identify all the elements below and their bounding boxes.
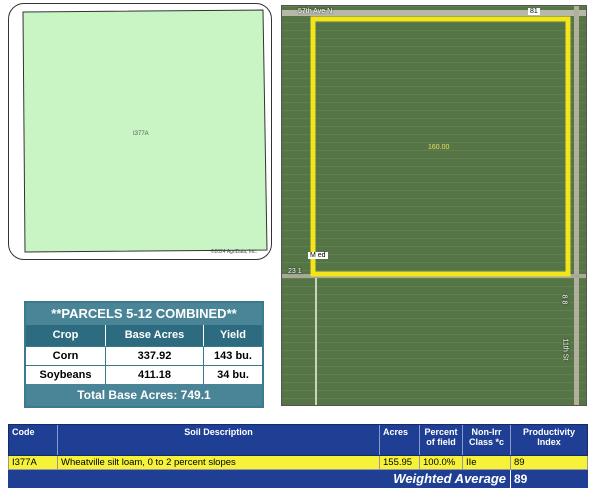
- aerial-photo-panel: 57th Ave N 81 23 1 M ed 11th St 8 8 160.…: [281, 5, 587, 406]
- soil-map-panel: I377A ©2024 AgriData, Inc.: [8, 3, 272, 260]
- soil-acres-cell: 155.95: [380, 456, 420, 469]
- header-crop: Crop: [26, 325, 106, 346]
- soil-map-unit-label: I377A: [133, 131, 149, 137]
- road-label-top: 57th Ave N: [298, 8, 333, 15]
- soil-table: Code Soil Description Acres Percent of f…: [8, 424, 588, 488]
- yield-cell: 34 bu.: [217, 369, 249, 381]
- header-soil-description: Soil Description: [58, 425, 380, 455]
- soil-table-header: Code Soil Description Acres Percent of f…: [8, 424, 588, 456]
- parcels-total: Total Base Acres: 749.1: [26, 384, 262, 406]
- weighted-average-row: Weighted Average 89: [8, 470, 588, 488]
- header-base-acres: Base Acres: [106, 325, 204, 346]
- parcels-header-row: Crop Base Acres Yield: [26, 325, 262, 346]
- base-acres-cell: 411.18: [106, 366, 204, 384]
- soil-pi-cell: 89: [514, 457, 525, 468]
- table-row: Soybeans 411.18 34 bu.: [26, 365, 262, 384]
- road-label-left: 23 1: [288, 268, 302, 275]
- soil-class-cell: IIe: [463, 456, 511, 469]
- yield-cell: 143 bu.: [214, 350, 252, 362]
- road-label-right: 11th St: [561, 338, 569, 361]
- header-non-irr-class: Non-Irr Class *c: [463, 425, 511, 455]
- soil-map-credit: ©2024 AgriData, Inc.: [210, 249, 257, 255]
- header-acres: Acres: [380, 425, 420, 455]
- header-percent-of-field: Percent of field: [420, 425, 463, 455]
- header-productivity-index: Productivity Index: [522, 427, 575, 447]
- header-code: Code: [9, 425, 58, 455]
- crop-cell: Corn: [26, 347, 106, 365]
- road-shield: 81: [528, 8, 540, 15]
- parcels-table: **PARCELS 5-12 COMBINED** Crop Base Acre…: [24, 301, 264, 408]
- field-acres-label: 160.00: [428, 144, 450, 151]
- parcels-title: **PARCELS 5-12 COMBINED**: [26, 303, 262, 325]
- table-row: I377A Wheatville silt loam, 0 to 2 perce…: [8, 456, 588, 470]
- base-acres-cell: 337.92: [106, 347, 204, 365]
- map-marker-label: M ed: [308, 252, 328, 259]
- soil-description-cell: Wheatville silt loam, 0 to 2 percent slo…: [58, 456, 380, 469]
- road-label-right-2: 8 8: [560, 294, 568, 305]
- aerial-photo-graphic: [282, 6, 586, 405]
- weighted-average-value: 89: [510, 470, 588, 488]
- header-yield: Yield: [220, 329, 246, 341]
- soil-percent-cell: 100.0%: [420, 456, 463, 469]
- table-row: Corn 337.92 143 bu.: [26, 346, 262, 365]
- weighted-average-label: Weighted Average: [8, 470, 510, 488]
- crop-cell: Soybeans: [26, 366, 106, 384]
- soil-code-cell: I377A: [9, 456, 58, 469]
